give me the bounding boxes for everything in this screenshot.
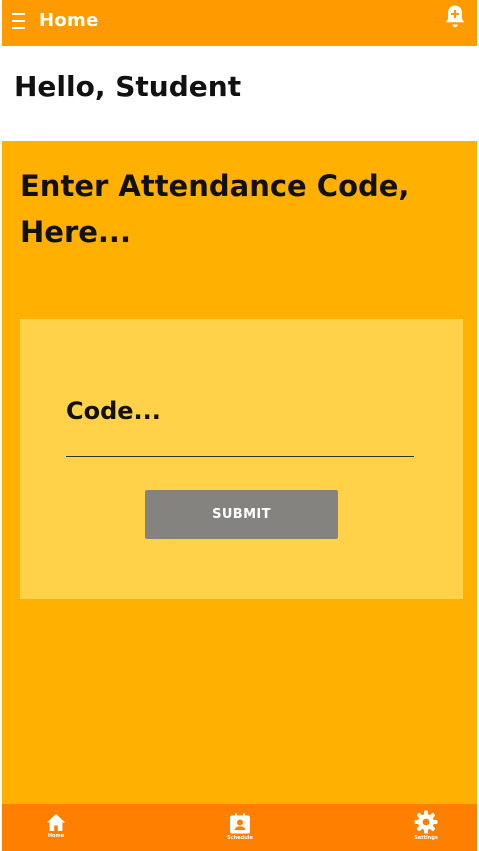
- greeting-header: Hello, Student: [2, 46, 477, 141]
- bell-plus-icon[interactable]: [443, 4, 467, 30]
- nav-item-settings[interactable]: Settings: [396, 804, 456, 851]
- menu-icon[interactable]: [12, 13, 26, 29]
- greeting-text: Hello, Student: [14, 70, 242, 103]
- nav-label-home: Home: [47, 833, 65, 839]
- app-bar: Home: [2, 0, 477, 46]
- nav-label-schedule: Schedule: [227, 835, 253, 841]
- submit-button[interactable]: SUBMIT: [145, 490, 338, 539]
- gear-icon: [414, 810, 438, 834]
- app-screen: Home Hello, Student Enter Attendance Cod…: [2, 0, 477, 851]
- bottom-navigation: Home Schedule Settings: [2, 804, 477, 851]
- code-label: Code...: [66, 397, 161, 425]
- attendance-prompt: Enter Attendance Code, Here...: [20, 169, 410, 249]
- nav-item-schedule[interactable]: Schedule: [210, 804, 270, 851]
- nav-item-home[interactable]: Home: [26, 804, 86, 851]
- schedule-icon: [230, 813, 250, 834]
- attendance-panel: Enter Attendance Code, Here... Code... S…: [2, 141, 477, 804]
- nav-label-settings: Settings: [414, 835, 438, 841]
- code-input[interactable]: [66, 437, 414, 457]
- page-title: Home: [39, 10, 99, 31]
- home-icon: [47, 814, 65, 831]
- code-entry-card: Code... SUBMIT: [20, 319, 463, 599]
